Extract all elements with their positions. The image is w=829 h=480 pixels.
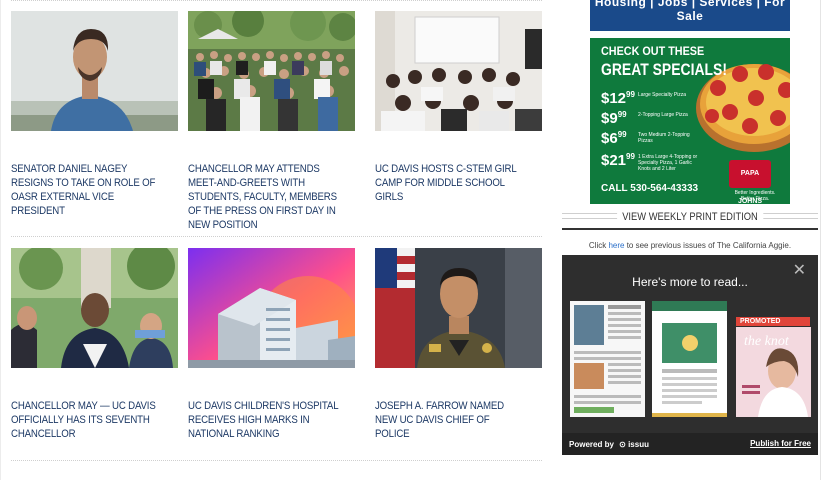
deal-price: $12	[601, 90, 627, 107]
print-edition-heading: VIEW WEEKLY PRINT EDITION	[562, 210, 818, 226]
article-card[interactable]	[188, 11, 355, 131]
article-thumbnail[interactable]	[11, 248, 178, 368]
crowd-photo	[188, 11, 355, 131]
deal-price: $6	[601, 130, 618, 147]
divider	[11, 460, 542, 461]
article-headline[interactable]: UC DAVIS HOSTS C-STEM GIRL CAMP FOR MIDD…	[375, 162, 526, 204]
wedding-magazine-cover: the knot	[736, 327, 811, 417]
section-title: VIEW WEEKLY PRINT EDITION	[617, 210, 763, 224]
magazine-spread	[652, 301, 727, 417]
classifieds-banner-ad[interactable]: Housing | Jobs | Services | For Sale	[590, 0, 790, 31]
issuu-brand: issuu	[628, 440, 649, 449]
issuu-title: Here's more to read...	[632, 275, 748, 289]
publish-for-free-link[interactable]: Publish for Free	[750, 439, 811, 448]
article-card[interactable]	[375, 248, 542, 368]
article-headline[interactable]: JOSEPH A. FARROW NAMED NEW UC DAVIS CHIE…	[375, 399, 526, 441]
deal-description: Large Specialty Pizza	[638, 92, 687, 98]
publication-thumbnail[interactable]	[652, 301, 727, 417]
article-thumbnail[interactable]	[188, 248, 355, 368]
powered-by: Powered by ⊙ issuu	[569, 440, 649, 449]
article-card[interactable]	[375, 11, 542, 131]
ad-phone-number: CALL 530-564-43333	[601, 183, 699, 194]
article-headline[interactable]: CHANCELLOR MAY ATTENDS MEET-AND-GREETS W…	[188, 162, 339, 232]
issuu-logo-icon: ⊙	[619, 440, 626, 449]
article-thumbnail[interactable]	[375, 248, 542, 368]
article-card[interactable]	[11, 248, 178, 368]
deal-cents: 99	[626, 90, 635, 99]
publication-thumbnail[interactable]: the knot	[736, 327, 811, 417]
divider	[562, 228, 818, 230]
divider	[11, 236, 542, 237]
ad-heading: GREAT SPECIALS!	[601, 60, 727, 79]
archive-prefix: Click	[588, 241, 609, 250]
deal-cents: 99	[617, 110, 627, 119]
divider	[11, 0, 542, 1]
classroom-photo	[375, 11, 542, 131]
article-card[interactable]	[188, 248, 355, 368]
issuu-widget: ✕ Here's more to read... the knot PROMOT…	[562, 255, 818, 455]
article-thumbnail[interactable]	[375, 11, 542, 131]
ceremony-photo	[11, 248, 178, 368]
hospital-illustration	[188, 248, 355, 368]
article-headline[interactable]: CHANCELLOR MAY — UC DAVIS OFFICIALLY HAS…	[11, 399, 162, 441]
deal-description: Two Medium 2-Topping Pizzas	[638, 132, 690, 144]
magazine-title: the knot	[744, 334, 790, 349]
article-headline[interactable]: UC DAVIS CHILDREN'S HOSPITAL RECEIVES HI…	[188, 399, 339, 441]
newspaper-cover	[570, 301, 645, 417]
police-chief-portrait	[375, 248, 542, 368]
archive-text: Click here to see previous issues of The…	[562, 241, 818, 250]
article-grid: SENATOR DANIEL NAGEY RESIGNS TO TAKE ON …	[0, 0, 553, 480]
deal-item: $699 Two Medium 2-Topping Pizzas	[601, 130, 690, 148]
deal-cents: 99	[617, 130, 627, 139]
article-thumbnail[interactable]	[11, 11, 178, 131]
deal-price: $9	[601, 110, 618, 127]
archive-link[interactable]: here	[608, 241, 624, 250]
ad-heading: CHECK OUT THESE	[601, 44, 705, 58]
classifieds-ad-text: Housing | Jobs | Services | For Sale	[594, 0, 786, 23]
deal-item: $1299 Large Specialty Pizza	[601, 90, 686, 108]
right-border	[820, 0, 821, 480]
publication-thumbnail[interactable]	[570, 301, 645, 417]
deal-description: 1 Extra Large 4-Topping or Specialty Piz…	[638, 154, 698, 172]
pizza-specials-ad[interactable]: CHECK OUT THESE GREAT SPECIALS! $1299 La…	[590, 38, 790, 204]
ad-tagline: Better Ingredients. Better Pizza.	[734, 190, 776, 202]
article-headline[interactable]: SENATOR DANIEL NAGEY RESIGNS TO TAKE ON …	[11, 162, 162, 218]
promoted-badge: PROMOTED	[736, 317, 810, 326]
article-card[interactable]	[11, 11, 178, 131]
powered-by-text: Powered by	[569, 440, 614, 449]
article-thumbnail[interactable]	[188, 11, 355, 131]
papa-johns-logo: PAPA JOHNS	[729, 160, 771, 204]
deal-item: $2199 1 Extra Large 4-Topping or Special…	[601, 152, 697, 172]
deal-price: $21	[601, 152, 627, 169]
portrait-photo	[11, 11, 178, 131]
deal-item: $999 2-Topping Large Pizza	[601, 110, 688, 128]
archive-suffix: to see previous issues of The California…	[624, 241, 792, 250]
issuu-footer: Powered by ⊙ issuu Publish for Free	[562, 433, 818, 455]
deal-cents: 99	[626, 152, 635, 161]
deal-description: 2-Topping Large Pizza	[638, 112, 688, 118]
